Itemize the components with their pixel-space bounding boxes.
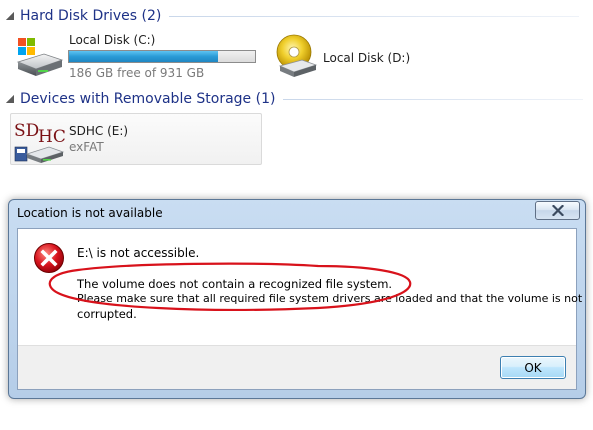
group-header-hard-disk-drives[interactable]: Hard Disk Drives (2) bbox=[0, 5, 593, 27]
ok-button[interactable]: OK bbox=[500, 356, 566, 379]
hc-icon-text: HC bbox=[38, 127, 66, 147]
drive-name: Local Disk (C:) bbox=[69, 33, 156, 47]
drive-name: SDHC (E:) bbox=[69, 124, 129, 138]
close-button[interactable] bbox=[535, 201, 580, 220]
dialog-content: E:\ is not accessible. The volume does n… bbox=[17, 228, 582, 390]
drive-tile-d[interactable]: Local Disk (D:) bbox=[270, 30, 470, 82]
collapse-arrow-icon[interactable] bbox=[4, 93, 16, 105]
explorer-view: Hard Disk Drives (2) Local Disk (C:) 186… bbox=[0, 0, 593, 199]
drive-filesystem: exFAT bbox=[69, 140, 104, 154]
drive-tile-e[interactable]: SD HC SDHC (E:) exFAT bbox=[10, 113, 262, 165]
annotation-ellipse bbox=[48, 262, 412, 311]
close-icon bbox=[551, 205, 564, 216]
collapse-arrow-icon[interactable] bbox=[4, 10, 16, 22]
group-divider bbox=[169, 15, 580, 17]
error-dialog: Location is not available E:\ is not acc… bbox=[8, 199, 586, 399]
dialog-title: Location is not available bbox=[17, 206, 163, 220]
sd-card-drive-icon: SD HC bbox=[13, 116, 67, 167]
group-title: Devices with Removable Storage (1) bbox=[20, 91, 276, 107]
sd-icon-text: SD bbox=[14, 121, 39, 141]
drive-tile-c[interactable]: Local Disk (C:) 186 GB free of 931 GB bbox=[10, 30, 266, 82]
capacity-bar bbox=[68, 50, 256, 63]
hard-drive-icon bbox=[272, 32, 320, 83]
group-header-removable-storage[interactable]: Devices with Removable Storage (1) bbox=[0, 88, 593, 110]
drive-free-space: 186 GB free of 931 GB bbox=[69, 66, 205, 80]
windows-hard-drive-icon bbox=[14, 36, 64, 83]
drive-name: Local Disk (D:) bbox=[323, 51, 411, 65]
capacity-bar-fill bbox=[69, 51, 218, 62]
dialog-footer: OK bbox=[18, 345, 576, 389]
group-divider bbox=[283, 98, 584, 100]
group-title: Hard Disk Drives (2) bbox=[20, 8, 162, 24]
